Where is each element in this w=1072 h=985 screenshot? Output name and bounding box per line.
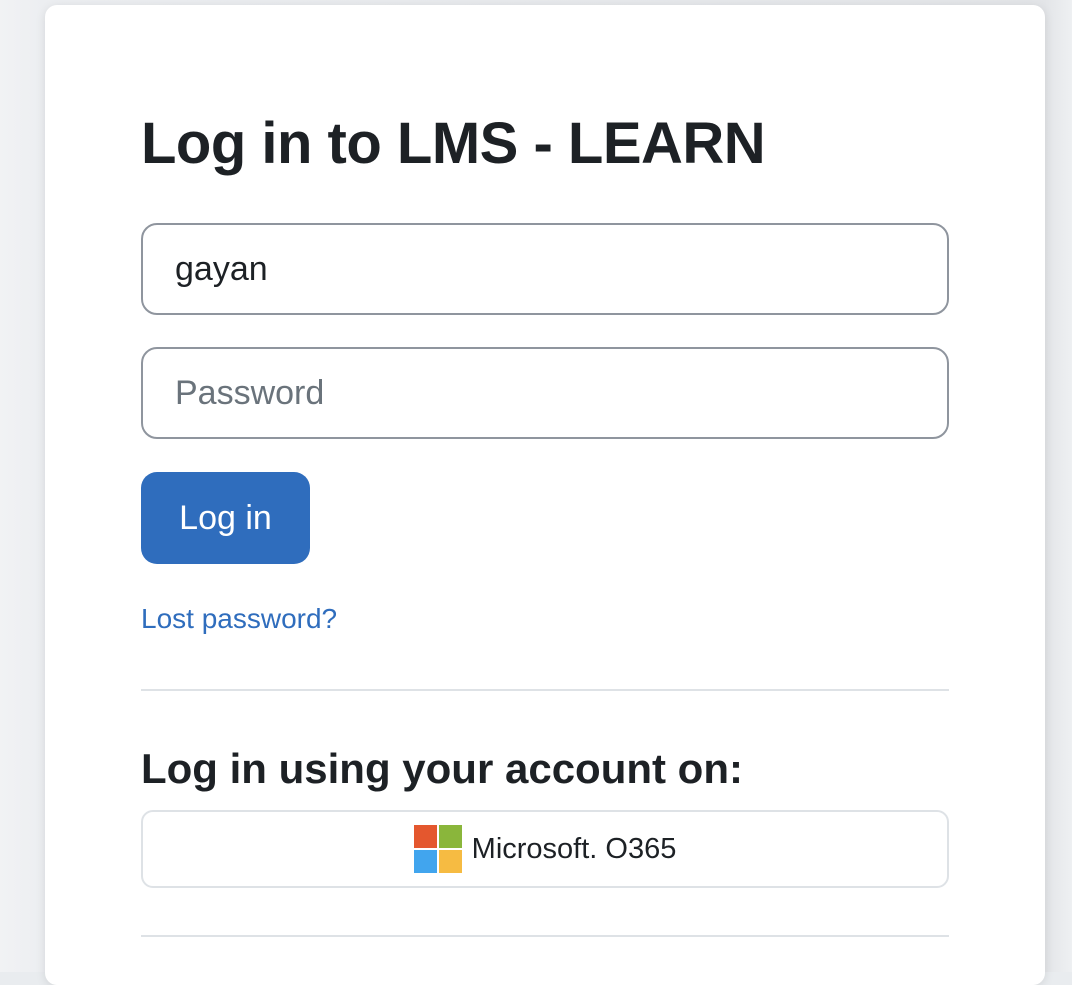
microsoft-logo-green-square xyxy=(438,825,462,848)
microsoft-o365-login-button[interactable]: Microsoft. O365 xyxy=(141,810,949,888)
microsoft-logo-blue-square xyxy=(413,850,437,873)
microsoft-logo-yellow-square xyxy=(438,850,462,873)
microsoft-logo-icon xyxy=(413,825,462,873)
lost-password-link[interactable]: Lost password? xyxy=(141,603,337,635)
identity-providers-heading: Log in using your account on: xyxy=(141,745,743,792)
microsoft-logo-red-square xyxy=(413,825,437,848)
login-card: Log in to LMS - LEARN Log in Lost passwo… xyxy=(45,5,1045,985)
provider-label: Microsoft. O365 xyxy=(471,832,677,865)
username-input[interactable] xyxy=(141,223,949,315)
login-button[interactable]: Log in xyxy=(141,472,310,564)
divider xyxy=(141,935,949,937)
password-input[interactable] xyxy=(141,347,949,439)
divider xyxy=(141,689,949,691)
page-title: Log in to LMS - LEARN xyxy=(141,111,766,176)
